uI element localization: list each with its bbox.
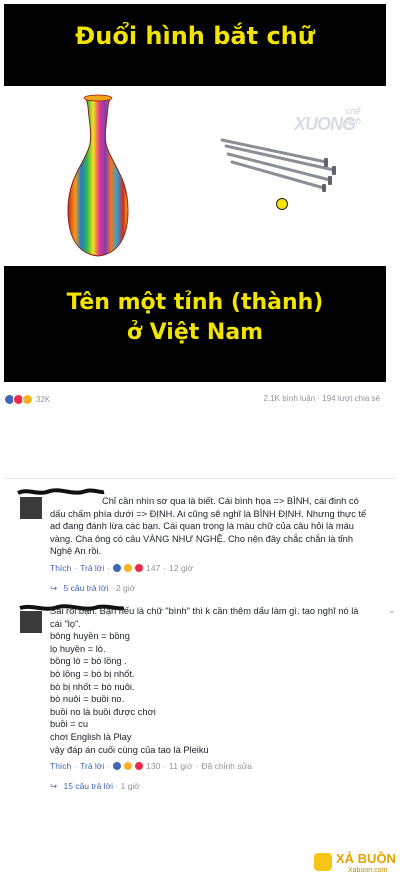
view-replies-link[interactable]: ↪ 5 câu trả lời · 2 giờ <box>50 583 135 594</box>
comments-section: Chỉ cần nhìn sơ qua là biết. Cái bình họ… <box>4 478 396 805</box>
like-reaction-icon <box>113 564 122 572</box>
reply-link[interactable]: Trả lời <box>80 761 104 771</box>
yellow-dot <box>276 198 288 210</box>
smiley-icon <box>314 853 332 871</box>
comment-actions: Thích · Trả lời · 130 · 11 giờ · Đã chỉn… <box>50 761 252 771</box>
puzzle-hint-line1: Tên một tỉnh (thành) <box>66 290 324 315</box>
haha-reaction-icon <box>22 394 33 405</box>
comment-body: Chỉ cần nhìn sơ qua là biết. Cái bình họ… <box>50 496 367 557</box>
brand-name: XẢ BUỒN <box>336 851 396 866</box>
chevron-down-icon[interactable]: ⌄ <box>388 605 396 616</box>
watermark-logo: chế ảnh XUONG <box>294 106 378 146</box>
puzzle-title: Đuổi hình bắt chữ <box>75 22 315 50</box>
reaction-count[interactable]: 130 <box>146 761 160 771</box>
puzzle-picture: chế ảnh XUONG <box>4 86 386 266</box>
like-reaction-icon <box>113 762 122 770</box>
love-reaction-icon <box>135 762 144 770</box>
puzzle-hint: Tên một tỉnh (thành) ở Việt Nam <box>4 288 386 348</box>
watermark-main: XUONG <box>294 114 356 134</box>
comment-actions: Thích · Trả lời · 147 · 12 giờ <box>50 563 194 573</box>
brand-domain: Xabuon.com <box>348 867 388 874</box>
haha-reaction-icon <box>124 564 133 572</box>
avatar[interactable] <box>20 497 42 519</box>
view-replies-link[interactable]: ↪ 15 câu trả lời · 1 giờ <box>50 781 140 792</box>
timestamp[interactable]: 11 giờ <box>169 761 192 771</box>
reaction-summary[interactable]: 32K <box>4 394 50 405</box>
spacer <box>0 414 400 474</box>
vase-illustration <box>67 94 129 257</box>
puzzle-hint-line2: ở Việt Nam <box>126 320 264 345</box>
reply-arrow-icon: ↪ <box>50 583 58 593</box>
reply-arrow-icon: ↪ <box>50 781 58 791</box>
like-link[interactable]: Thích <box>50 563 71 573</box>
love-reaction-icon <box>135 564 144 572</box>
avatar[interactable] <box>20 611 42 633</box>
timestamp[interactable]: 12 giờ <box>169 563 193 573</box>
edited-label[interactable]: Đã chỉnh sửa <box>201 761 252 771</box>
reaction-count[interactable]: 147 <box>146 563 160 573</box>
like-link[interactable]: Thích <box>50 761 71 771</box>
post-stats-bar: 32K 2,1K bình luận · 194 lượt chia sẻ <box>4 392 386 406</box>
site-watermark: XẢ BUỒN Xabuon.com <box>314 850 398 876</box>
post-image[interactable]: Đuổi hình bắt chữ chế ảnh XUONG Tên một … <box>4 4 386 382</box>
haha-reaction-icon <box>124 762 133 770</box>
comment-share-count[interactable]: 2,1K bình luận · 194 lượt chia sẻ <box>264 394 380 403</box>
comment-body: Sai rồi bạn. Bạn nếu là chữ "bình" thì k… <box>50 606 359 755</box>
reaction-count: 32K <box>36 395 51 404</box>
reply-link[interactable]: Trả lời <box>80 563 104 573</box>
